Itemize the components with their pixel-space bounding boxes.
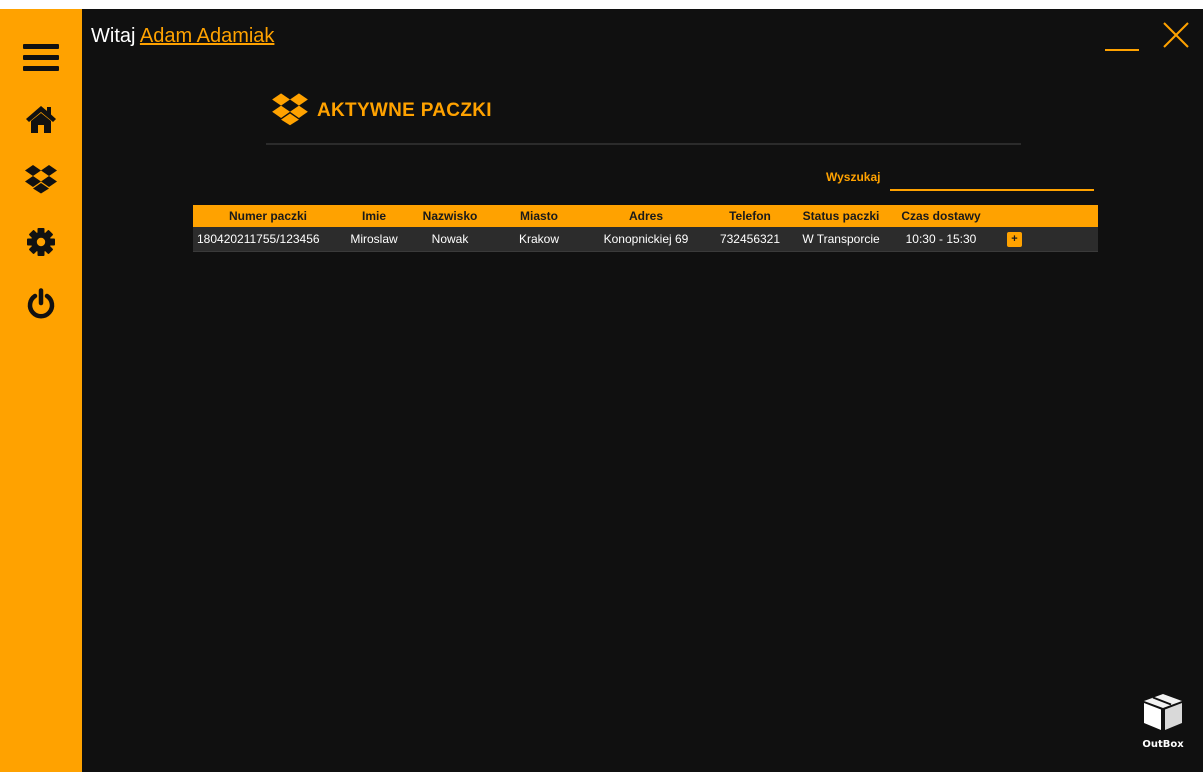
header-divider bbox=[266, 143, 1021, 145]
search-input[interactable] bbox=[890, 169, 1094, 191]
dropbox-packages-icon[interactable] bbox=[21, 159, 61, 199]
power-icon[interactable] bbox=[21, 284, 61, 324]
expand-row-button[interactable]: + bbox=[1007, 232, 1022, 247]
page-title: AKTYWNE PACZKI bbox=[317, 100, 492, 121]
sidebar bbox=[0, 9, 82, 772]
app-window: Witaj Adam Adamiak AKTYWNE PACZKI Wyszuk… bbox=[0, 9, 1203, 772]
column-header-czas[interactable]: Czas dostawy bbox=[891, 209, 991, 223]
hamburger-menu-icon[interactable] bbox=[21, 37, 61, 77]
page-header: AKTYWNE PACZKI bbox=[271, 92, 492, 131]
gear-icon[interactable] bbox=[21, 222, 61, 262]
cell-miasto: Krakow bbox=[518, 232, 559, 246]
user-name-link[interactable]: Adam Adamiak bbox=[140, 25, 275, 47]
greeting: Witaj Adam Adamiak bbox=[91, 25, 274, 48]
table-row[interactable]: 180420211755/123456 Miroslaw Nowak Krako… bbox=[193, 227, 1098, 252]
cell-numer: 180420211755/123456 bbox=[197, 232, 320, 246]
column-header-nazwisko[interactable]: Nazwisko bbox=[405, 209, 495, 223]
close-icon[interactable] bbox=[1160, 19, 1192, 51]
column-header-miasto[interactable]: Miasto bbox=[495, 209, 583, 223]
outbox-box-icon bbox=[1144, 694, 1182, 730]
home-icon[interactable] bbox=[21, 99, 61, 139]
column-header-numer[interactable]: Numer paczki bbox=[193, 209, 343, 223]
packages-table: Numer paczki Imie Nazwisko Miasto Adres … bbox=[193, 205, 1098, 252]
search-label: Wyszukaj bbox=[826, 170, 881, 184]
cell-czas: 10:30 - 15:30 bbox=[905, 232, 977, 246]
table-header: Numer paczki Imie Nazwisko Miasto Adres … bbox=[193, 205, 1098, 227]
greeting-prefix: Witaj bbox=[91, 25, 136, 47]
logo-text: OutBox bbox=[1142, 739, 1184, 750]
dropbox-packages-icon bbox=[271, 92, 309, 131]
column-header-adres[interactable]: Adres bbox=[583, 209, 709, 223]
column-header-imie[interactable]: Imie bbox=[343, 209, 405, 223]
cell-action: + bbox=[991, 231, 1038, 247]
column-header-telefon[interactable]: Telefon bbox=[709, 209, 791, 223]
cell-telefon: 732456321 bbox=[719, 232, 781, 246]
cell-status: W Transporcie bbox=[802, 232, 880, 246]
cell-imie: Miroslaw bbox=[350, 232, 398, 246]
column-header-status[interactable]: Status paczki bbox=[791, 209, 891, 223]
cell-adres: Konopnickiej 69 bbox=[603, 232, 689, 246]
cell-nazwisko: Nowak bbox=[431, 232, 469, 246]
minimize-icon[interactable] bbox=[1105, 29, 1139, 53]
outbox-logo: OutBox bbox=[1137, 692, 1189, 750]
